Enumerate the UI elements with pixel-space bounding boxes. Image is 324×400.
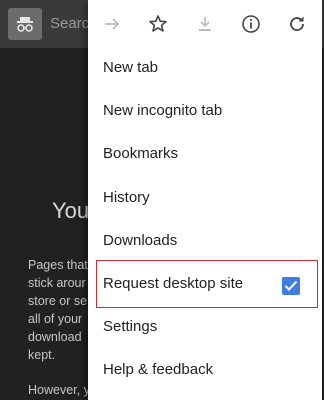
menu-item-label: Help & feedback <box>103 361 214 378</box>
menu-icon-row <box>88 0 322 48</box>
overflow-menu: New tab New incognito tab Bookmarks Hist… <box>88 0 322 400</box>
menu-item-history[interactable]: History <box>88 177 322 220</box>
forward-arrow-icon[interactable] <box>98 10 126 38</box>
search-box-hint[interactable]: Searc <box>50 15 89 32</box>
info-icon[interactable] <box>237 10 265 38</box>
refresh-icon[interactable] <box>283 10 311 38</box>
menu-item-label: New tab <box>103 59 159 76</box>
menu-item-label: Settings <box>103 318 158 335</box>
menu-item-label: New incognito tab <box>103 102 223 119</box>
menu-item-label: Request desktop site <box>103 275 244 292</box>
incognito-icon <box>8 8 42 40</box>
menu-item-request-desktop-site[interactable]: Request desktop site <box>88 263 322 306</box>
menu-item-settings[interactable]: Settings <box>88 306 322 349</box>
menu-item-label: History <box>103 189 150 206</box>
menu-item-label: Downloads <box>103 232 178 249</box>
desktop-site-checkbox[interactable] <box>282 277 300 295</box>
menu-item-help-feedback[interactable]: Help & feedback <box>88 349 322 392</box>
menu-item-label: Bookmarks <box>103 145 179 162</box>
menu-item-new-incognito-tab[interactable]: New incognito tab <box>88 90 322 133</box>
download-icon[interactable] <box>191 10 219 38</box>
menu-item-new-tab[interactable]: New tab <box>88 47 322 90</box>
incognito-heading: You <box>52 198 90 223</box>
star-icon[interactable] <box>144 10 172 38</box>
menu-item-downloads[interactable]: Downloads <box>88 220 322 263</box>
menu-item-bookmarks[interactable]: Bookmarks <box>88 133 322 176</box>
